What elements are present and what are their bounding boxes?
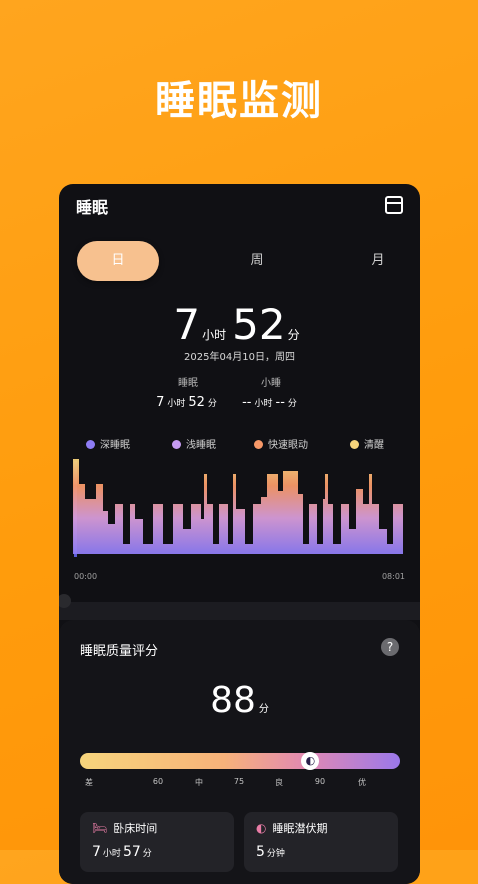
latency-icon: ◐	[256, 821, 267, 835]
score-unit: 分	[258, 704, 269, 715]
help-icon[interactable]: ?	[381, 638, 399, 656]
scale-label: 中	[195, 778, 203, 787]
scale-label: 90	[314, 777, 326, 786]
sleep-stat-label: 睡眠	[178, 378, 198, 389]
tab-month[interactable]: 月	[337, 241, 419, 281]
latency-box[interactable]: ◐ 睡眠潜伏期 5 分钟	[244, 812, 398, 872]
scale-label: 差	[85, 778, 93, 787]
nap-stat-label: 小睡	[261, 378, 281, 389]
tab-day[interactable]: 日	[77, 241, 159, 281]
phone-screen: 睡眠 日 周 月 7 小时 52 分 2025年04月10日，周四 睡眠 7 小时 52 分…	[59, 184, 420, 884]
total-duration: 7 小时 52 分	[59, 300, 420, 349]
chart-end-time: 08:01	[381, 572, 405, 581]
hero-title: 睡眠监测	[155, 78, 323, 124]
bed-time-box[interactable]: 🛏 卧床时间 7 小时 57 分	[80, 812, 234, 872]
sleep-stage-chart	[73, 459, 403, 557]
date-text: 2025年04月10日，周四	[184, 352, 295, 363]
sleep-legend: 深睡眠 浅睡眠 快速眼动 清醒	[86, 436, 416, 451]
sleep-stat: 睡眠 7 小时 52 分	[153, 374, 223, 410]
hours-unit: 小时	[202, 328, 227, 342]
total-hours: 7	[173, 300, 201, 349]
sleep-stat-value: 7 小时 52 分	[156, 395, 217, 410]
app-title: 睡眠	[76, 198, 109, 217]
latency-value: 5 分钟	[256, 844, 285, 860]
bed-time-value: 7 小时 57 分	[92, 844, 152, 860]
quality-card: 睡眠质量评分 ? 88 分 ◐ 差 60 中 75 良 90 优 🛏 卧床时间 7小…	[59, 620, 420, 884]
bed-icon: 🛏	[92, 821, 108, 835]
scale-label: 优	[358, 778, 366, 787]
score-value: 88	[210, 680, 256, 721]
tab-week[interactable]: 周	[216, 241, 298, 281]
moon-icon: ◐	[301, 752, 320, 770]
total-minutes: 52	[232, 300, 286, 349]
scale-label: 60	[152, 777, 164, 786]
chart-start-time: 00:00	[74, 572, 98, 581]
nap-stat-value: -- 小时 -- 分	[242, 395, 297, 410]
minutes-unit: 分	[287, 328, 300, 342]
latency-label: ◐ 睡眠潜伏期	[256, 821, 328, 835]
score-scale-labels: 差 60 中 75 良 90 优	[80, 777, 400, 789]
sheet-handle[interactable]	[59, 602, 420, 620]
bed-time-label: 🛏 卧床时间	[92, 821, 158, 835]
score-scale-bar: ◐	[80, 752, 400, 770]
period-tabs: 日 周 月	[77, 241, 407, 281]
scale-label: 良	[275, 778, 283, 787]
quality-title: 睡眠质量评分	[80, 644, 159, 659]
quality-score: 88 分	[59, 680, 420, 721]
nap-stat: 小睡 -- 小时 -- 分	[236, 374, 306, 410]
calendar-icon[interactable]	[385, 196, 403, 214]
scale-label: 75	[233, 777, 245, 786]
